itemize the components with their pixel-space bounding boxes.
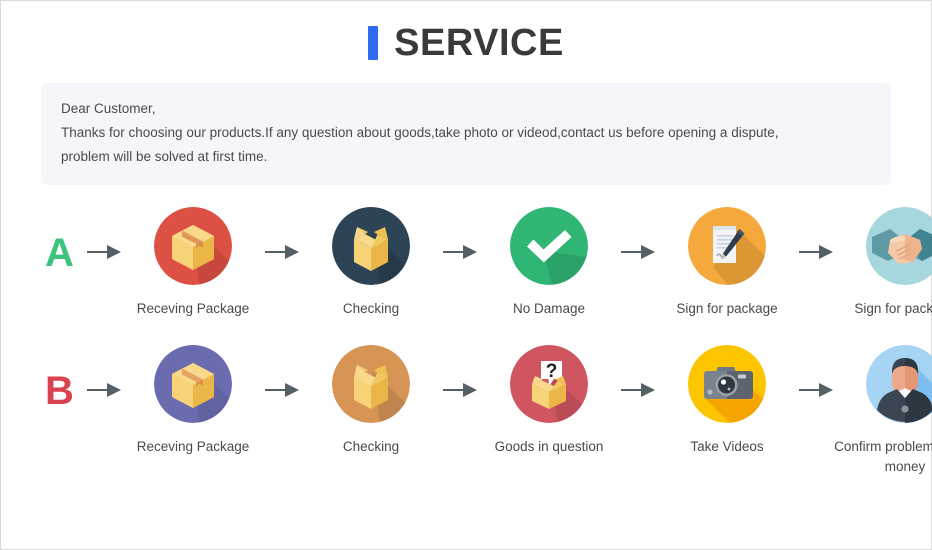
arrow-right-icon	[261, 383, 303, 397]
check-mark-icon	[510, 207, 588, 285]
arrow-right-icon	[261, 245, 303, 259]
arrow-right-icon	[795, 245, 837, 259]
flow-step-label: No Damage	[512, 301, 586, 316]
flow-row-a: A Receving Package Checking No Damage Si…	[1, 207, 932, 319]
arrow-right-icon	[439, 245, 481, 259]
flow-step: No Damage	[481, 207, 617, 319]
arrow-right-icon	[617, 383, 659, 397]
question-box-icon: ?	[510, 345, 588, 423]
person-avatar-icon	[866, 345, 932, 423]
flow-step: Checking	[303, 345, 439, 457]
flow-step: ? Goods in question	[481, 345, 617, 457]
flow-step-label: Sign for package	[676, 301, 778, 316]
svg-text:?: ?	[546, 361, 558, 382]
arrow-right-icon	[439, 383, 481, 397]
flow-step-label: Goods in question	[494, 439, 604, 454]
flow-step: Receving Package	[125, 207, 261, 319]
flow-step: Sign for package	[837, 207, 932, 319]
flow-step-label: Sign for package	[854, 301, 932, 316]
arrow-right-icon	[83, 383, 125, 397]
flow-step: Sign for package	[659, 207, 795, 319]
flow-step-label: Receving Package	[136, 439, 250, 454]
arrow-right-icon	[617, 245, 659, 259]
flow-step: Receving Package	[125, 345, 261, 457]
arrow-right-icon	[83, 245, 125, 259]
handshake-icon	[866, 207, 932, 285]
flow-step-label: Confirm problem,refund money	[834, 439, 932, 474]
flow-step: Take Videos	[659, 345, 795, 457]
flow-step-label: Checking	[342, 439, 400, 454]
notice-line-3: problem will be solved at first time.	[61, 149, 268, 164]
flow-step: Checking	[303, 207, 439, 319]
service-page: SERVICE Dear Customer, Thanks for choosi…	[0, 0, 932, 550]
row-label-b: B	[45, 369, 74, 413]
closed-box-icon	[154, 345, 232, 423]
notice-line-1: Dear Customer,	[61, 101, 156, 116]
page-title-text: SERVICE	[394, 22, 564, 64]
notice-line-2: Thanks for choosing our products.If any …	[61, 125, 779, 140]
arrow-right-icon	[795, 383, 837, 397]
flow-step-label: Checking	[342, 301, 400, 316]
camera-icon	[688, 345, 766, 423]
document-pen-icon	[688, 207, 766, 285]
flow-step: Confirm problem,refund money	[834, 345, 932, 477]
flow-row-b: B Receving Package Checking ? Goods in q…	[1, 345, 932, 477]
page-title: SERVICE	[1, 1, 931, 62]
title-accent-bar	[368, 26, 379, 60]
closed-box-icon	[154, 207, 232, 285]
open-box-icon	[332, 345, 410, 423]
flow-step-label: Take Videos	[690, 439, 764, 454]
open-box-icon	[332, 207, 410, 285]
flow-step-label: Receving Package	[136, 301, 250, 316]
row-label-a: A	[45, 231, 74, 275]
customer-notice: Dear Customer, Thanks for choosing our p…	[41, 83, 891, 185]
